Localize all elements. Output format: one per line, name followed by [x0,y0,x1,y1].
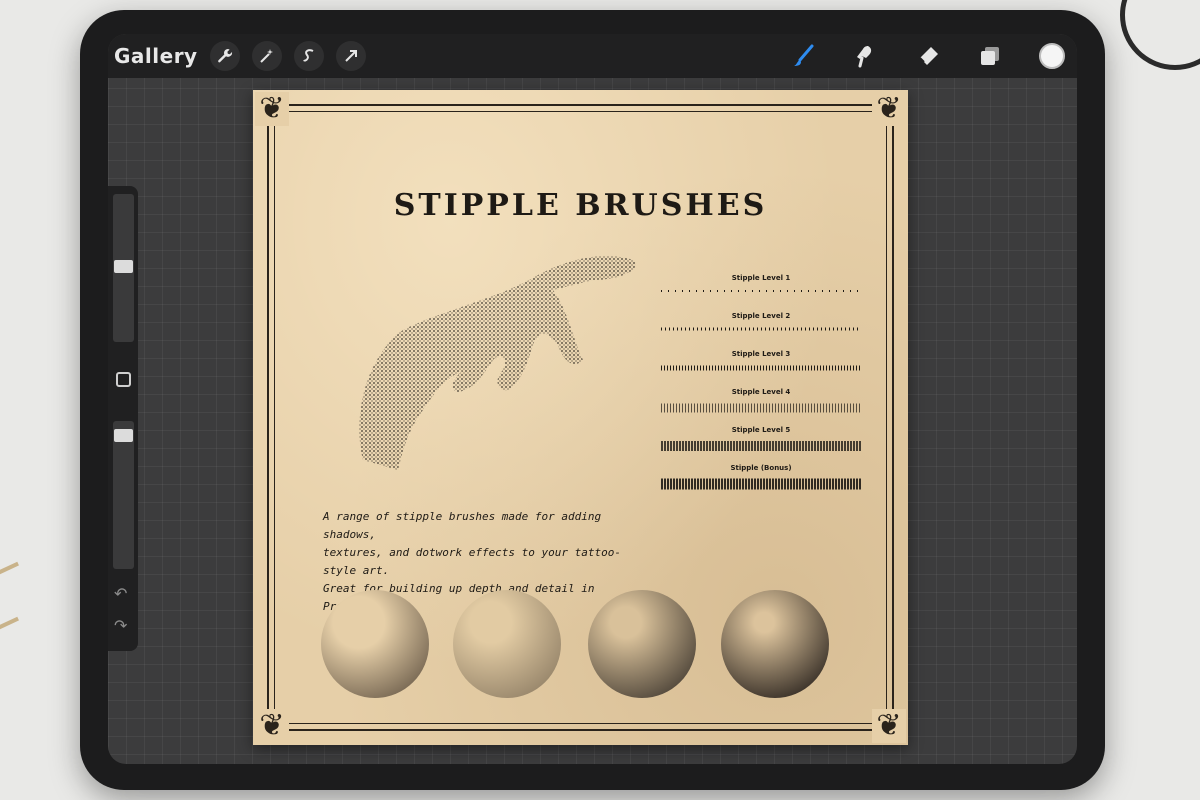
description-line: A range of stipple brushes made for addi… [323,510,602,541]
stipple-level-label: Stipple Level 3 [731,350,791,358]
stipple-level-label: Stipple Level 4 [731,388,791,396]
corner-ornament-icon: ❦ [255,709,289,743]
smudge-icon [857,46,872,68]
layers-tool[interactable] [977,43,1003,69]
modify-button[interactable] [116,372,131,387]
eraser-icon [919,47,938,65]
stipple-level-label: Stipple Level 5 [731,426,791,434]
redo-icon: ↷ [114,616,128,635]
corner-ornament-icon: ❦ [872,709,906,743]
left-sidebar: ↶ ↷ [108,186,138,651]
glasses-decoration [1120,0,1200,70]
pencil-decoration [0,561,19,583]
stipple-level-row: Stipple Level 2 [661,312,861,350]
stipple-stroke-4 [661,403,861,413]
procreate-screen: Gallery ↶ ↷ ❦ ❦ ❦ ❦ STIPPLE BRUSHES Stip… [108,34,1077,764]
top-toolbar: Gallery [108,34,1077,78]
arrow-cursor-icon [344,50,357,62]
ipad-device: Gallery ↶ ↷ ❦ ❦ ❦ ❦ STIPPLE BRUSHES Stip… [80,10,1105,790]
stipple-level-label: Stipple Level 2 [731,312,791,320]
brush-tool[interactable] [791,43,817,69]
description-line: textures, and dotwork effects to your ta… [323,546,622,577]
stipple-stroke-1 [661,290,861,292]
stipple-stroke-3 [661,365,861,371]
redo-button[interactable]: ↷ [114,616,127,635]
wrench-icon [217,49,232,63]
brush-size-slider[interactable] [113,194,134,342]
stipple-level-label: Stipple (Bonus) [730,464,792,472]
selection-s-icon [302,49,314,62]
stippled-hand-illustration [359,256,636,470]
stipple-sphere-examples [321,590,841,700]
stipple-sphere [721,590,829,698]
magic-wand-icon [259,49,273,63]
right-tool-group [791,34,1065,78]
stipple-sphere [588,590,696,698]
stipple-sphere [321,590,429,698]
stipple-level-row: Stipple Level 5 [661,426,861,464]
opacity-slider[interactable] [113,421,134,569]
color-picker-button[interactable] [1039,43,1065,69]
artwork-title: STIPPLE BRUSHES [393,188,768,223]
actions-button[interactable] [209,41,240,71]
transform-button[interactable] [335,41,366,71]
adjustments-button[interactable] [251,41,282,71]
opacity-thumb[interactable] [114,429,133,442]
stipple-level-row: Stipple Level 4 [661,388,861,426]
stipple-level-row: Stipple Level 3 [661,350,861,388]
stipple-level-row: Stipple (Bonus) [661,464,861,502]
eraser-tool[interactable] [915,43,941,69]
undo-icon: ↶ [114,584,128,603]
selection-button[interactable] [293,41,324,71]
stipple-level-label: Stipple Level 1 [731,274,791,282]
corner-ornament-icon: ❦ [872,92,906,126]
stipple-stroke-bonus [661,478,861,490]
stipple-level-row: Stipple Level 1 [661,274,861,312]
stipple-stroke-2 [661,327,861,331]
artwork-canvas[interactable]: ❦ ❦ ❦ ❦ STIPPLE BRUSHES Stipple Level 1 [253,90,908,745]
stipple-sphere [453,590,561,698]
brush-size-thumb[interactable] [114,260,133,273]
layers-icon [981,47,999,65]
corner-ornament-icon: ❦ [255,92,289,126]
gallery-button[interactable]: Gallery [114,44,198,68]
brush-icon [794,44,814,66]
pencil-decoration [0,616,19,638]
smudge-tool[interactable] [853,43,879,69]
stipple-stroke-5 [661,441,861,451]
stipple-levels-list: Stipple Level 1 Stipple Level 2 Stipple … [661,274,861,502]
undo-button[interactable]: ↶ [114,584,127,603]
